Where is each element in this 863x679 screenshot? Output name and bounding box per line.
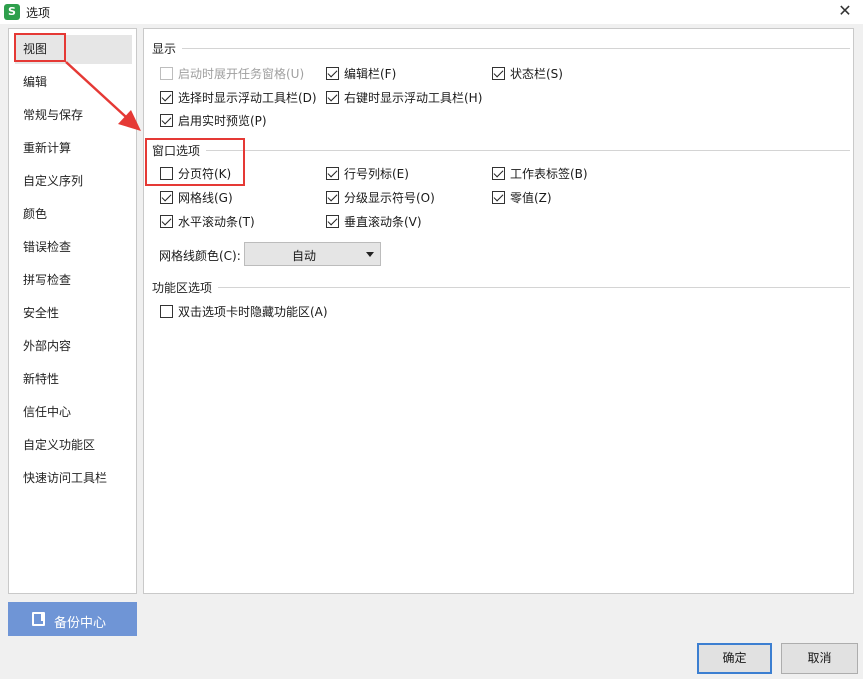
annotation-arrow bbox=[65, 61, 141, 131]
